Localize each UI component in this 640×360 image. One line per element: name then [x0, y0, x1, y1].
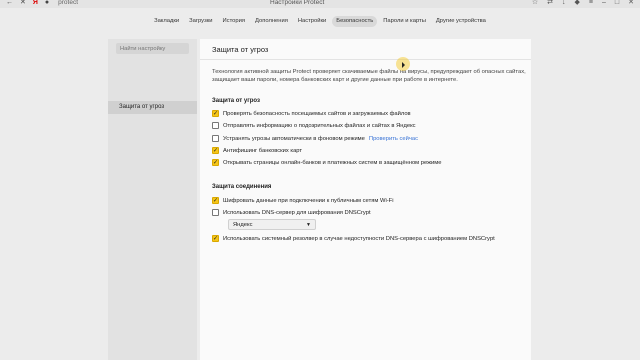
tab-passwords[interactable]: Пароли и карты [379, 16, 430, 27]
settings-nav: Закладки Загрузки История Дополнения Нас… [0, 16, 640, 27]
toolbar-left: ← ✕ Я ● protect [6, 0, 78, 8]
option-system-resolver[interactable]: ✓ Использовать системный резолвер в случ… [212, 235, 495, 242]
settings-panel: Защита от угроз Технология активной защи… [200, 39, 531, 360]
option-label: Антифишинг банковских карт [223, 147, 303, 154]
checkbox[interactable] [212, 135, 219, 142]
chevron-down-icon: ▼ [306, 222, 311, 228]
checkbox-checked[interactable]: ✓ [212, 235, 219, 242]
option-label: Использовать системный резолвер в случае… [223, 235, 495, 242]
page-title: Защита от угроз [200, 39, 531, 60]
description-line: защищает ваши пароли, номера банковских … [212, 77, 458, 83]
section-title-threats: Защита от угроз [212, 98, 260, 104]
tab-devices[interactable]: Другие устройства [432, 16, 490, 27]
select-value: Яндекс [233, 222, 253, 228]
option-label: Отправлять информацию о подозрительных ф… [223, 122, 416, 129]
checkbox[interactable] [212, 209, 219, 216]
address-bar[interactable]: protect [58, 0, 78, 8]
sidebar-item-threat-protection[interactable]: Защита от угроз [108, 101, 197, 114]
tab-bookmarks[interactable]: Закладки [150, 16, 183, 27]
yandex-logo-icon[interactable]: Я [33, 0, 38, 8]
dns-server-select[interactable]: Яндекс ▼ [228, 219, 316, 230]
settings-sidebar: Защита от угроз [108, 39, 197, 360]
checkbox-checked[interactable]: ✓ [212, 159, 219, 166]
close-window-icon[interactable]: ✕ [628, 0, 634, 8]
checkbox-checked[interactable]: ✓ [212, 147, 219, 154]
option-auto-fix[interactable]: Устранять угрозы автоматически в фоновом… [212, 135, 418, 142]
toolbar-right: ☆ ⇄ ↓ ◆ ≡ – □ ✕ [532, 0, 634, 8]
window-title: Настройки Protect [270, 0, 325, 6]
option-dnscrypt[interactable]: Использовать DNS-сервер для шифрования D… [212, 209, 371, 216]
description: Технология активной защиты Protect прове… [212, 68, 530, 84]
option-label: Проверять безопасность посещаемых сайтов… [223, 110, 411, 117]
bookmark-icon[interactable]: ☆ [532, 0, 538, 8]
tab-history[interactable]: История [219, 16, 249, 27]
tab-downloads[interactable]: Загрузки [185, 16, 216, 27]
translate-icon[interactable]: ⇄ [547, 0, 553, 8]
option-encrypt-wifi[interactable]: ✓ Шифровать данные при подключении к пуб… [212, 197, 394, 204]
check-now-link[interactable]: Проверить сейчас [369, 136, 418, 142]
mouse-cursor-icon [396, 57, 410, 71]
menu-icon[interactable]: ≡ [589, 0, 593, 8]
maximize-icon[interactable]: □ [615, 0, 619, 8]
section-title-connection: Защита соединения [212, 184, 272, 190]
browser-toolbar: ← ✕ Я ● protect Настройки Protect ☆ ⇄ ↓ … [0, 0, 640, 8]
tab-security[interactable]: Безопасность [332, 16, 378, 27]
lock-icon: ● [44, 0, 50, 6]
option-antiphishing[interactable]: ✓ Антифишинг банковских карт [212, 147, 302, 154]
tab-settings[interactable]: Настройки [294, 16, 330, 27]
checkbox[interactable] [212, 122, 219, 129]
checkbox-checked[interactable]: ✓ [212, 197, 219, 204]
extensions-icon[interactable]: ◆ [575, 0, 580, 8]
back-icon[interactable]: ← [6, 0, 13, 8]
option-label: Открывать страницы онлайн-банков и плате… [223, 159, 442, 166]
checkbox-checked[interactable]: ✓ [212, 110, 219, 117]
option-protected-mode[interactable]: ✓ Открывать страницы онлайн-банков и пла… [212, 159, 441, 166]
option-send-info[interactable]: Отправлять информацию о подозрительных ф… [212, 122, 416, 129]
description-line: Технология активной защиты Protect прове… [212, 69, 526, 75]
option-label: Шифровать данные при подключении к публи… [223, 197, 394, 204]
close-icon[interactable]: ✕ [20, 0, 26, 8]
option-label: Устранять угрозы автоматически в фоновом… [223, 135, 365, 142]
option-check-sites[interactable]: ✓ Проверять безопасность посещаемых сайт… [212, 110, 411, 117]
search-input[interactable] [116, 43, 189, 54]
tab-addons[interactable]: Дополнения [251, 16, 292, 27]
downloads-icon[interactable]: ↓ [562, 0, 566, 8]
option-label: Использовать DNS-сервер для шифрования D… [223, 209, 371, 216]
minimize-icon[interactable]: – [602, 0, 606, 8]
